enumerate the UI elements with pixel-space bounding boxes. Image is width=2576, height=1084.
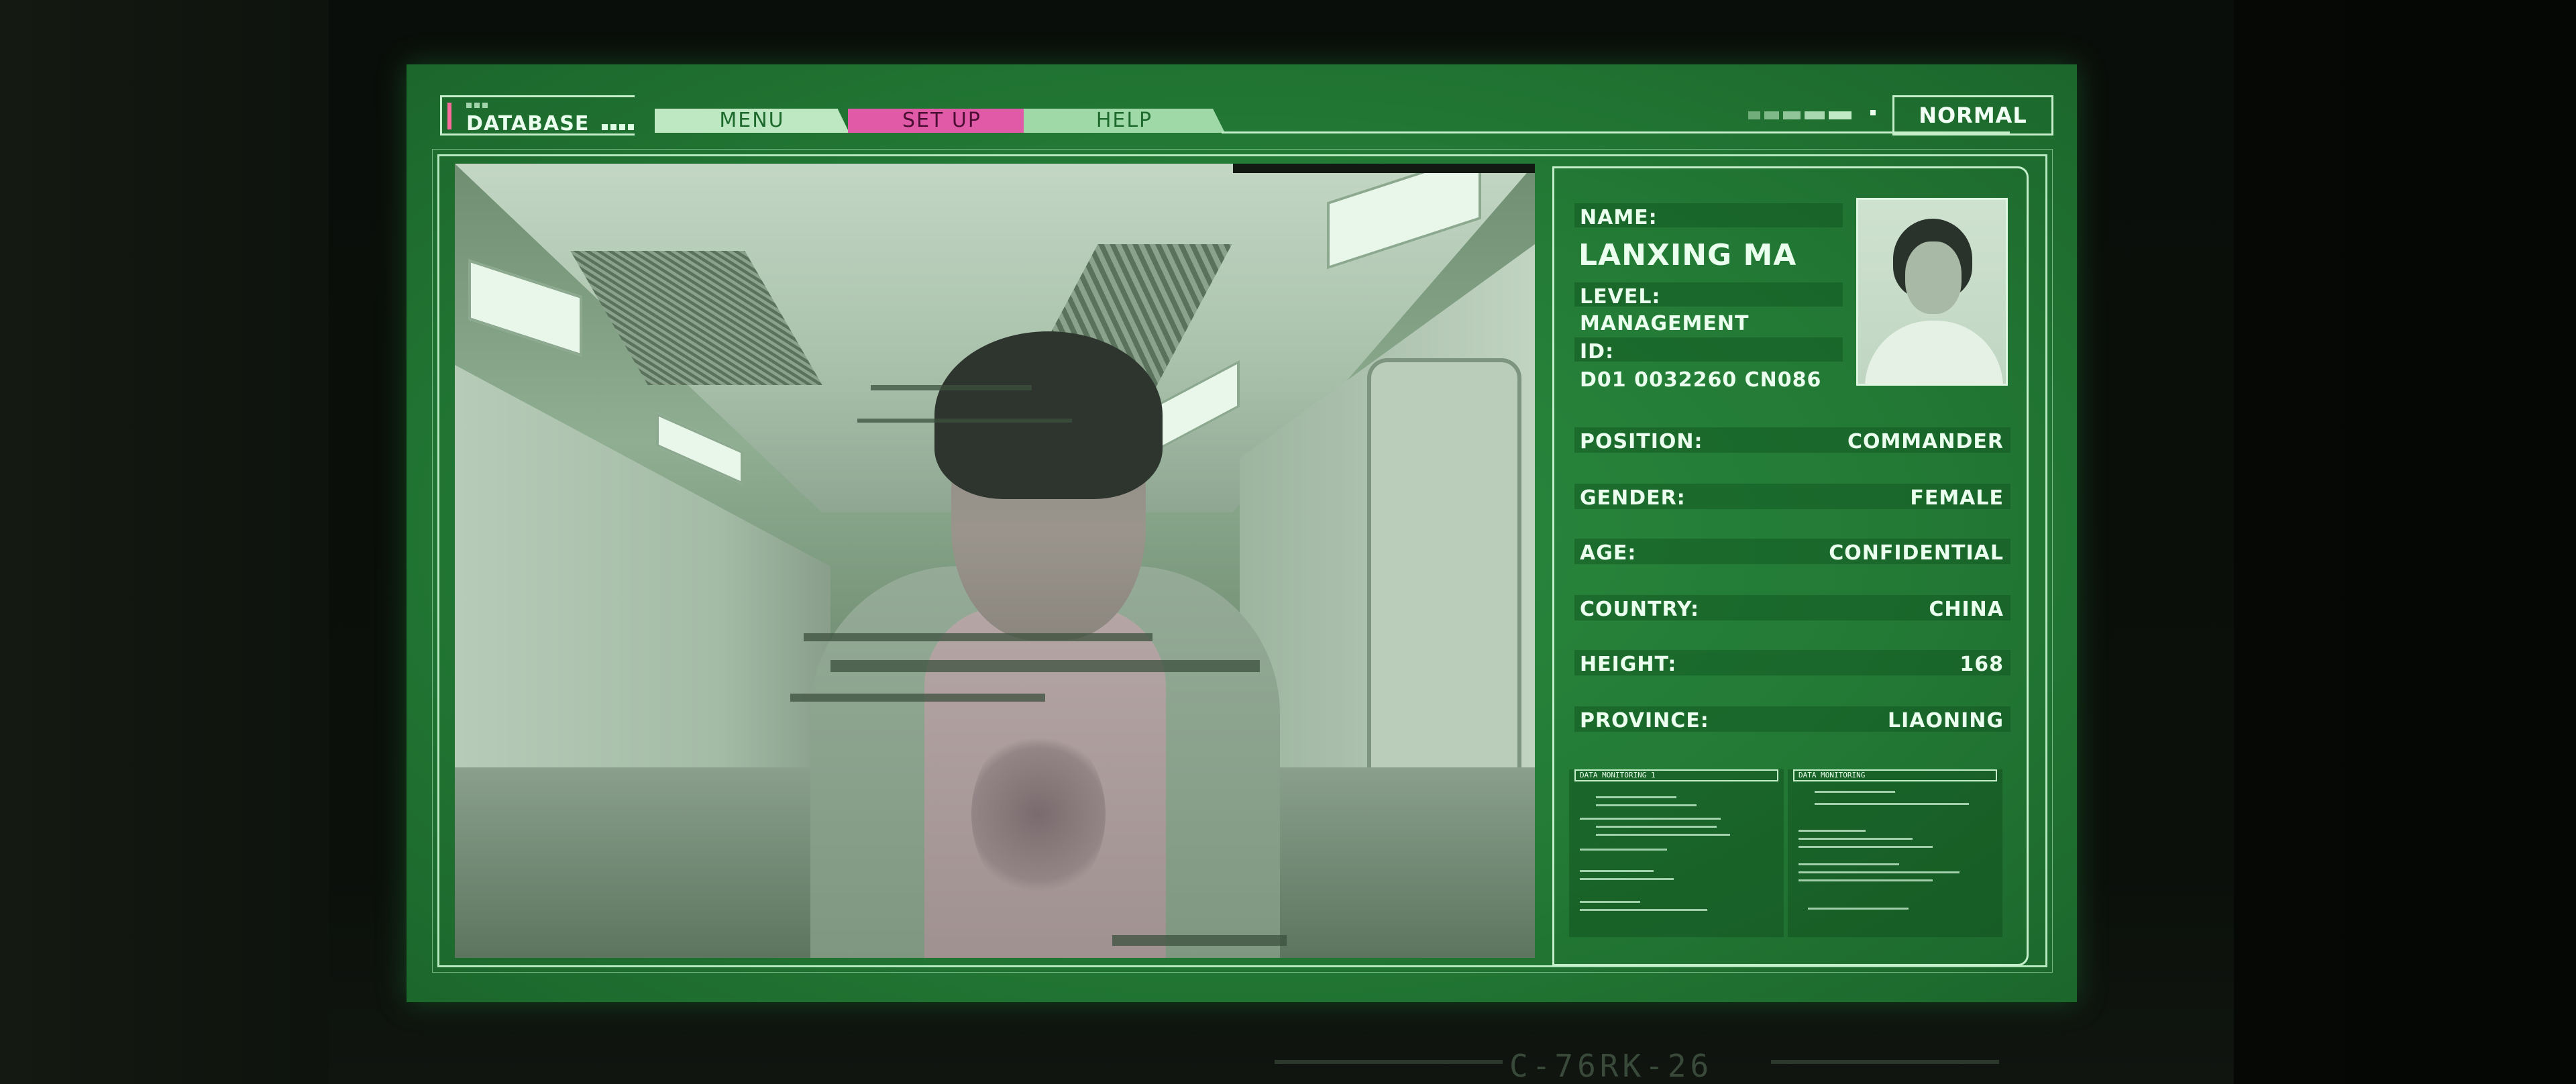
- name-label: NAME:: [1580, 206, 1658, 229]
- country-value: CHINA: [1929, 598, 2004, 621]
- glitch-line: [790, 694, 1045, 702]
- profile-level: MANAGEMENT: [1580, 312, 1750, 335]
- code-line: [1596, 826, 1717, 828]
- code-line: [1815, 791, 1895, 793]
- glitch-line: [830, 660, 1260, 672]
- data-monitor-right: DATA MONITORING: [1788, 769, 2002, 937]
- code-line: [1580, 878, 1674, 880]
- status-badge: NORMAL: [1892, 95, 2053, 136]
- data-monitor-left-title: DATA MONITORING 1: [1574, 769, 1778, 781]
- code-line: [1799, 838, 1913, 840]
- code-line: [1596, 834, 1730, 836]
- code-line: [1596, 804, 1697, 806]
- bezel-stripe-left: [1275, 1060, 1503, 1064]
- glitch-line: [871, 385, 1032, 390]
- profile-panel: NAME: LANXING MA LEVEL: MANAGEMENT ID: D…: [1552, 166, 2029, 966]
- code-line: [1808, 908, 1909, 910]
- age-label: AGE:: [1580, 541, 1637, 565]
- bezel-label: C-76RK-26: [1509, 1048, 1713, 1084]
- data-monitor-left: DATA MONITORING 1: [1569, 769, 1784, 937]
- field-bar: [1574, 337, 1843, 362]
- photo-face: [1905, 241, 1962, 314]
- code-line: [1596, 796, 1676, 798]
- hair: [934, 331, 1163, 499]
- tab-setup[interactable]: SET UP: [848, 109, 1036, 133]
- corridor-door: [1367, 358, 1521, 801]
- code-line: [1580, 818, 1721, 820]
- database-label: DATABASE: [466, 112, 590, 136]
- position-label: POSITION:: [1580, 430, 1703, 453]
- glitch-line: [1112, 935, 1287, 946]
- ceiling-light: [468, 259, 582, 357]
- code-line: [1799, 863, 1899, 865]
- gender-value: FEMALE: [1910, 486, 2004, 510]
- gender-label: GENDER:: [1580, 486, 1686, 510]
- top-bar: DATABASE MENU SET UP HELP NORMAL: [407, 64, 2077, 145]
- top-rule: [1222, 131, 2010, 133]
- screen: DATABASE MENU SET UP HELP NORMAL NAME: L…: [407, 64, 2077, 1002]
- id-label: ID:: [1580, 340, 1615, 364]
- code-line: [1580, 909, 1707, 911]
- code-line: [1799, 871, 1960, 873]
- country-label: COUNTRY:: [1580, 598, 1700, 621]
- bezel-stripe-right: [1771, 1060, 1999, 1064]
- code-line: [1815, 803, 1969, 805]
- profile-photo: [1856, 198, 2008, 386]
- feed-top-strip: [1233, 164, 1535, 173]
- age-value: CONFIDENTIAL: [1829, 541, 2004, 565]
- glitch-line: [857, 419, 1072, 423]
- signal-bars-icon: [1748, 111, 1851, 119]
- code-line: [1580, 870, 1654, 872]
- height-value: 168: [1960, 653, 2004, 676]
- position-value: COMMANDER: [1847, 430, 2004, 453]
- pink-bar-icon: [447, 103, 451, 129]
- code-line: [1580, 849, 1667, 851]
- level-label: LEVEL:: [1580, 285, 1661, 309]
- tab-help[interactable]: HELP: [1024, 109, 1225, 133]
- db-indicator-icon: [602, 124, 634, 130]
- room-background: C-76RK-26 DATABASE MENU SET UP HELP NORM…: [0, 0, 2576, 1084]
- height-label: HEIGHT:: [1580, 653, 1677, 676]
- province-value: LIAONING: [1888, 709, 2004, 733]
- code-line: [1799, 879, 1933, 881]
- glitch-line: [804, 633, 1152, 641]
- shirt-print: [971, 727, 1106, 902]
- profile-name: LANXING MA: [1578, 238, 1797, 272]
- camera-feed: [455, 164, 1535, 958]
- dot-icon: [1870, 110, 1876, 115]
- code-line: [1580, 901, 1640, 903]
- province-label: PROVINCE:: [1580, 709, 1709, 733]
- photo-body: [1865, 321, 2003, 384]
- code-line: [1799, 830, 1866, 832]
- tab-menu[interactable]: MENU: [655, 109, 849, 133]
- profile-id: D01 0032260 CN086: [1580, 368, 1822, 392]
- db-dots-icon: [466, 103, 488, 108]
- code-line: [1799, 846, 1933, 848]
- data-monitor-right-title: DATA MONITORING: [1793, 769, 1997, 781]
- database-badge[interactable]: DATABASE: [440, 95, 635, 136]
